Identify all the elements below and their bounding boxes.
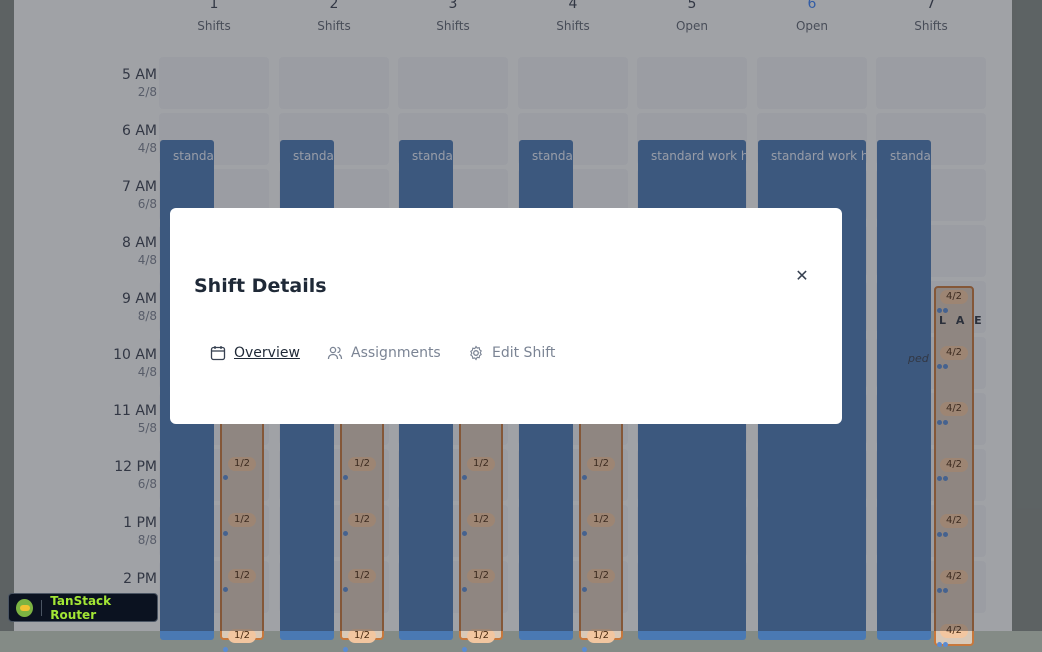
assignee-dot-icon	[462, 647, 467, 652]
calendar-icon	[210, 346, 226, 361]
tab-edit-shift[interactable]: Edit Shift	[468, 345, 555, 361]
close-icon[interactable]: ✕	[792, 266, 812, 286]
users-icon	[327, 346, 343, 360]
assignment-count-badge: 1/2	[467, 629, 495, 643]
assignee-dot-icon	[343, 647, 348, 652]
tanstack-router-devtools-button[interactable]: TanStack Router	[8, 593, 158, 622]
assignee-dot-icon	[582, 647, 587, 652]
tab-overview[interactable]: Overview	[210, 345, 300, 361]
devtools-label: TanStack Router	[50, 593, 112, 622]
assignee-dot-icon	[937, 642, 942, 647]
assignee-dot-icon	[223, 647, 228, 652]
divider	[41, 599, 43, 616]
modal-title: Shift Details	[194, 275, 327, 297]
shift-details-modal: Shift Details ✕ Overview Assignments Edi…	[170, 208, 842, 424]
tab-label: Edit Shift	[492, 345, 556, 361]
tab-assignments[interactable]: Assignments	[327, 345, 441, 361]
gear-icon	[470, 345, 482, 361]
tanstack-logo-icon	[16, 598, 34, 617]
assignment-count-badge: 1/2	[348, 629, 376, 643]
tab-label: Overview	[234, 345, 300, 361]
tab-label: Assignments	[351, 345, 441, 361]
assignment-count-badge: 1/2	[228, 629, 256, 643]
assignment-count-badge: 1/2	[587, 629, 615, 643]
assignee-dot-icon	[943, 642, 948, 647]
